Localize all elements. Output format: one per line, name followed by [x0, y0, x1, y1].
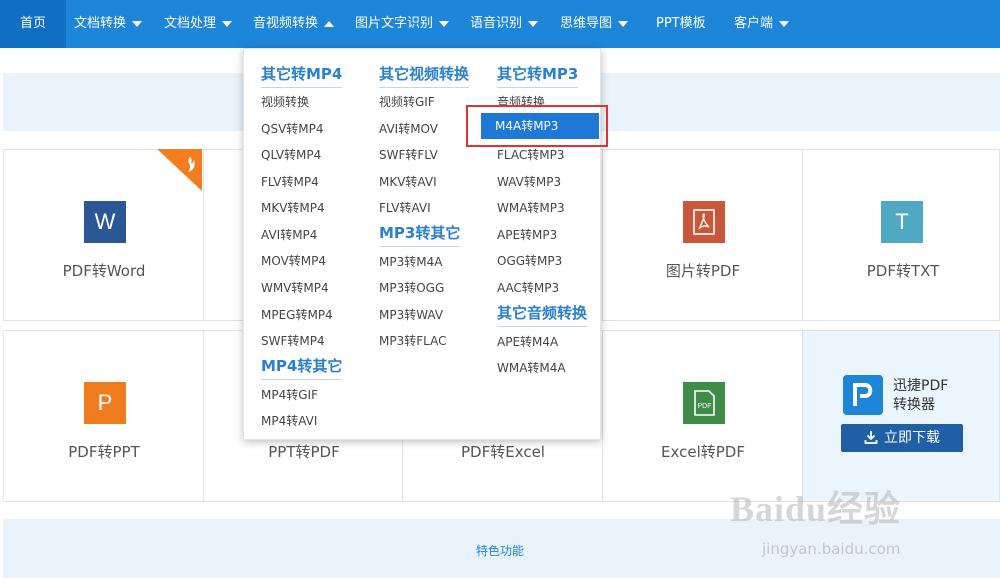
baidu-watermark-url: jingyan.baidu.com	[762, 540, 901, 558]
dropdown-item[interactable]: OGG转MP3	[497, 252, 562, 269]
dropdown-item[interactable]: AVI转MOV	[379, 120, 438, 137]
nav-client[interactable]: 客户端	[734, 0, 790, 48]
dropdown-item[interactable]: FLV转MP4	[261, 173, 319, 190]
nav-av-convert-label: 音视频转换	[253, 16, 319, 31]
dropdown-heading: MP4转其它	[261, 355, 343, 380]
nav-speech[interactable]: 语音识别	[470, 0, 539, 48]
dropdown-item[interactable]: MP4转GIF	[261, 386, 318, 403]
chevron-down-icon	[439, 20, 450, 27]
nav-home-label: 首页	[19, 16, 46, 31]
nav-client-label: 客户端	[734, 16, 774, 31]
dropdown-heading: 其它转MP3	[497, 63, 579, 88]
dropdown-item[interactable]: MOV转MP4	[261, 252, 326, 269]
nav-ocr-label: 图片文字识别	[355, 16, 434, 31]
svg-text:PDF: PDF	[698, 403, 712, 410]
pdf-icon	[683, 201, 725, 243]
chevron-up-icon	[324, 20, 335, 27]
tool-img-pdf[interactable]: 图片转PDF	[602, 149, 803, 321]
tool-label: 图片转PDF	[665, 262, 741, 280]
dropdown-item[interactable]: AAC转MP3	[497, 279, 559, 296]
nav-doc-process[interactable]: 文档处理	[164, 0, 233, 48]
tool-label: PDF转TXT	[866, 262, 940, 280]
dropdown-item[interactable]: MP4转AVI	[261, 412, 317, 429]
nav-mindmap[interactable]: 思维导图	[560, 0, 629, 48]
word-icon: W	[84, 201, 126, 243]
nav-mindmap-label: 思维导图	[560, 16, 613, 31]
tool-label: PPT转PDF	[268, 443, 340, 461]
dropdown-item[interactable]: MP3转M4A	[379, 253, 442, 270]
download-button[interactable]: 立即下载	[841, 424, 963, 452]
dropdown-item[interactable]: APE转MP3	[497, 226, 557, 243]
app-logo-icon	[843, 375, 883, 415]
nav-ppt-template-label: PPT模板	[656, 16, 706, 31]
dropdown-heading: 其它转MP4	[261, 63, 343, 88]
dropdown-item[interactable]: MKV转AVI	[379, 173, 437, 190]
chevron-down-icon	[779, 20, 790, 27]
baidu-watermark: Baidu经验	[730, 489, 902, 529]
dropdown-item[interactable]: 视频转换	[261, 93, 309, 110]
dropdown-item[interactable]: WAV转MP3	[497, 173, 561, 190]
dropdown-heading: 其它音频转换	[497, 302, 588, 327]
dropdown-item[interactable]: WMA转MP3	[497, 199, 565, 216]
dropdown-item[interactable]: SWF转MP4	[261, 332, 325, 349]
chevron-down-icon	[222, 20, 233, 27]
dropdown-item[interactable]: APE转M4A	[497, 333, 558, 350]
ppt-icon: P	[84, 382, 126, 424]
promo-title-line2: 转换器	[893, 397, 935, 413]
txt-icon: T	[881, 201, 923, 243]
nav-doc-process-label: 文档处理	[164, 16, 217, 31]
dropdown-item[interactable]: AVI转MP4	[261, 226, 317, 243]
dropdown-item[interactable]: WMA转M4A	[497, 359, 566, 376]
tool-label: PDF转Excel	[461, 443, 545, 461]
dropdown-item[interactable]: WMV转MP4	[261, 279, 329, 296]
dropdown-item[interactable]: MP3转WAV	[379, 306, 443, 323]
nav-ocr[interactable]: 图片文字识别	[355, 0, 450, 48]
annotation-highlight-box	[466, 105, 608, 147]
tool-pdf-ppt[interactable]: P PDF转PPT	[3, 330, 204, 502]
nav-speech-label: 语音识别	[470, 16, 523, 31]
dropdown-item[interactable]: SWF转FLV	[379, 146, 438, 163]
nav-ppt-template[interactable]: PPT模板	[656, 0, 706, 48]
download-icon	[864, 431, 878, 444]
dropdown-heading: MP3转其它	[379, 222, 461, 247]
dropdown-item[interactable]: QSV转MP4	[261, 120, 324, 137]
nav-av-convert[interactable]: 音视频转换	[253, 0, 335, 48]
excel-pdf-icon: PDF	[683, 382, 725, 424]
nav-home[interactable]: 首页	[0, 0, 66, 48]
dropdown-item[interactable]: MP3转FLAC	[379, 332, 446, 349]
dropdown-item[interactable]: QLV转MP4	[261, 146, 321, 163]
tool-excel-pdf[interactable]: PDF Excel转PDF	[602, 330, 803, 502]
dropdown-item[interactable]: MKV转MP4	[261, 199, 325, 216]
nav-doc-convert[interactable]: 文档转换	[74, 0, 143, 48]
dropdown-item[interactable]: MP3转OGG	[379, 279, 444, 296]
dropdown-item[interactable]: 视频转GIF	[379, 93, 435, 110]
nav-doc-convert-label: 文档转换	[74, 16, 127, 31]
chevron-down-icon	[528, 20, 539, 27]
hot-flame-icon	[157, 149, 202, 191]
download-button-label: 立即下载	[884, 430, 940, 446]
tool-pdf-txt[interactable]: T PDF转TXT	[802, 149, 1000, 321]
chevron-down-icon	[618, 20, 629, 27]
tool-label: PDF转PPT	[68, 443, 140, 461]
promo-card: 迅捷PDF 转换器 立即下载	[802, 330, 1000, 502]
dropdown-item[interactable]: FLV转AVI	[379, 199, 431, 216]
tool-label: PDF转Word	[62, 262, 146, 280]
dropdown-item[interactable]: MPEG转MP4	[261, 306, 333, 323]
tool-label: Excel转PDF	[661, 443, 745, 461]
top-nav: 首页 文档转换 文档处理 音视频转换 图片文字识别 语音识别 思维导图 PPT模…	[0, 0, 1000, 48]
dropdown-item[interactable]: FLAC转MP3	[497, 146, 564, 163]
promo-title-line1: 迅捷PDF	[893, 378, 949, 394]
chevron-down-icon	[132, 20, 143, 27]
dropdown-heading: 其它视频转换	[379, 63, 470, 88]
